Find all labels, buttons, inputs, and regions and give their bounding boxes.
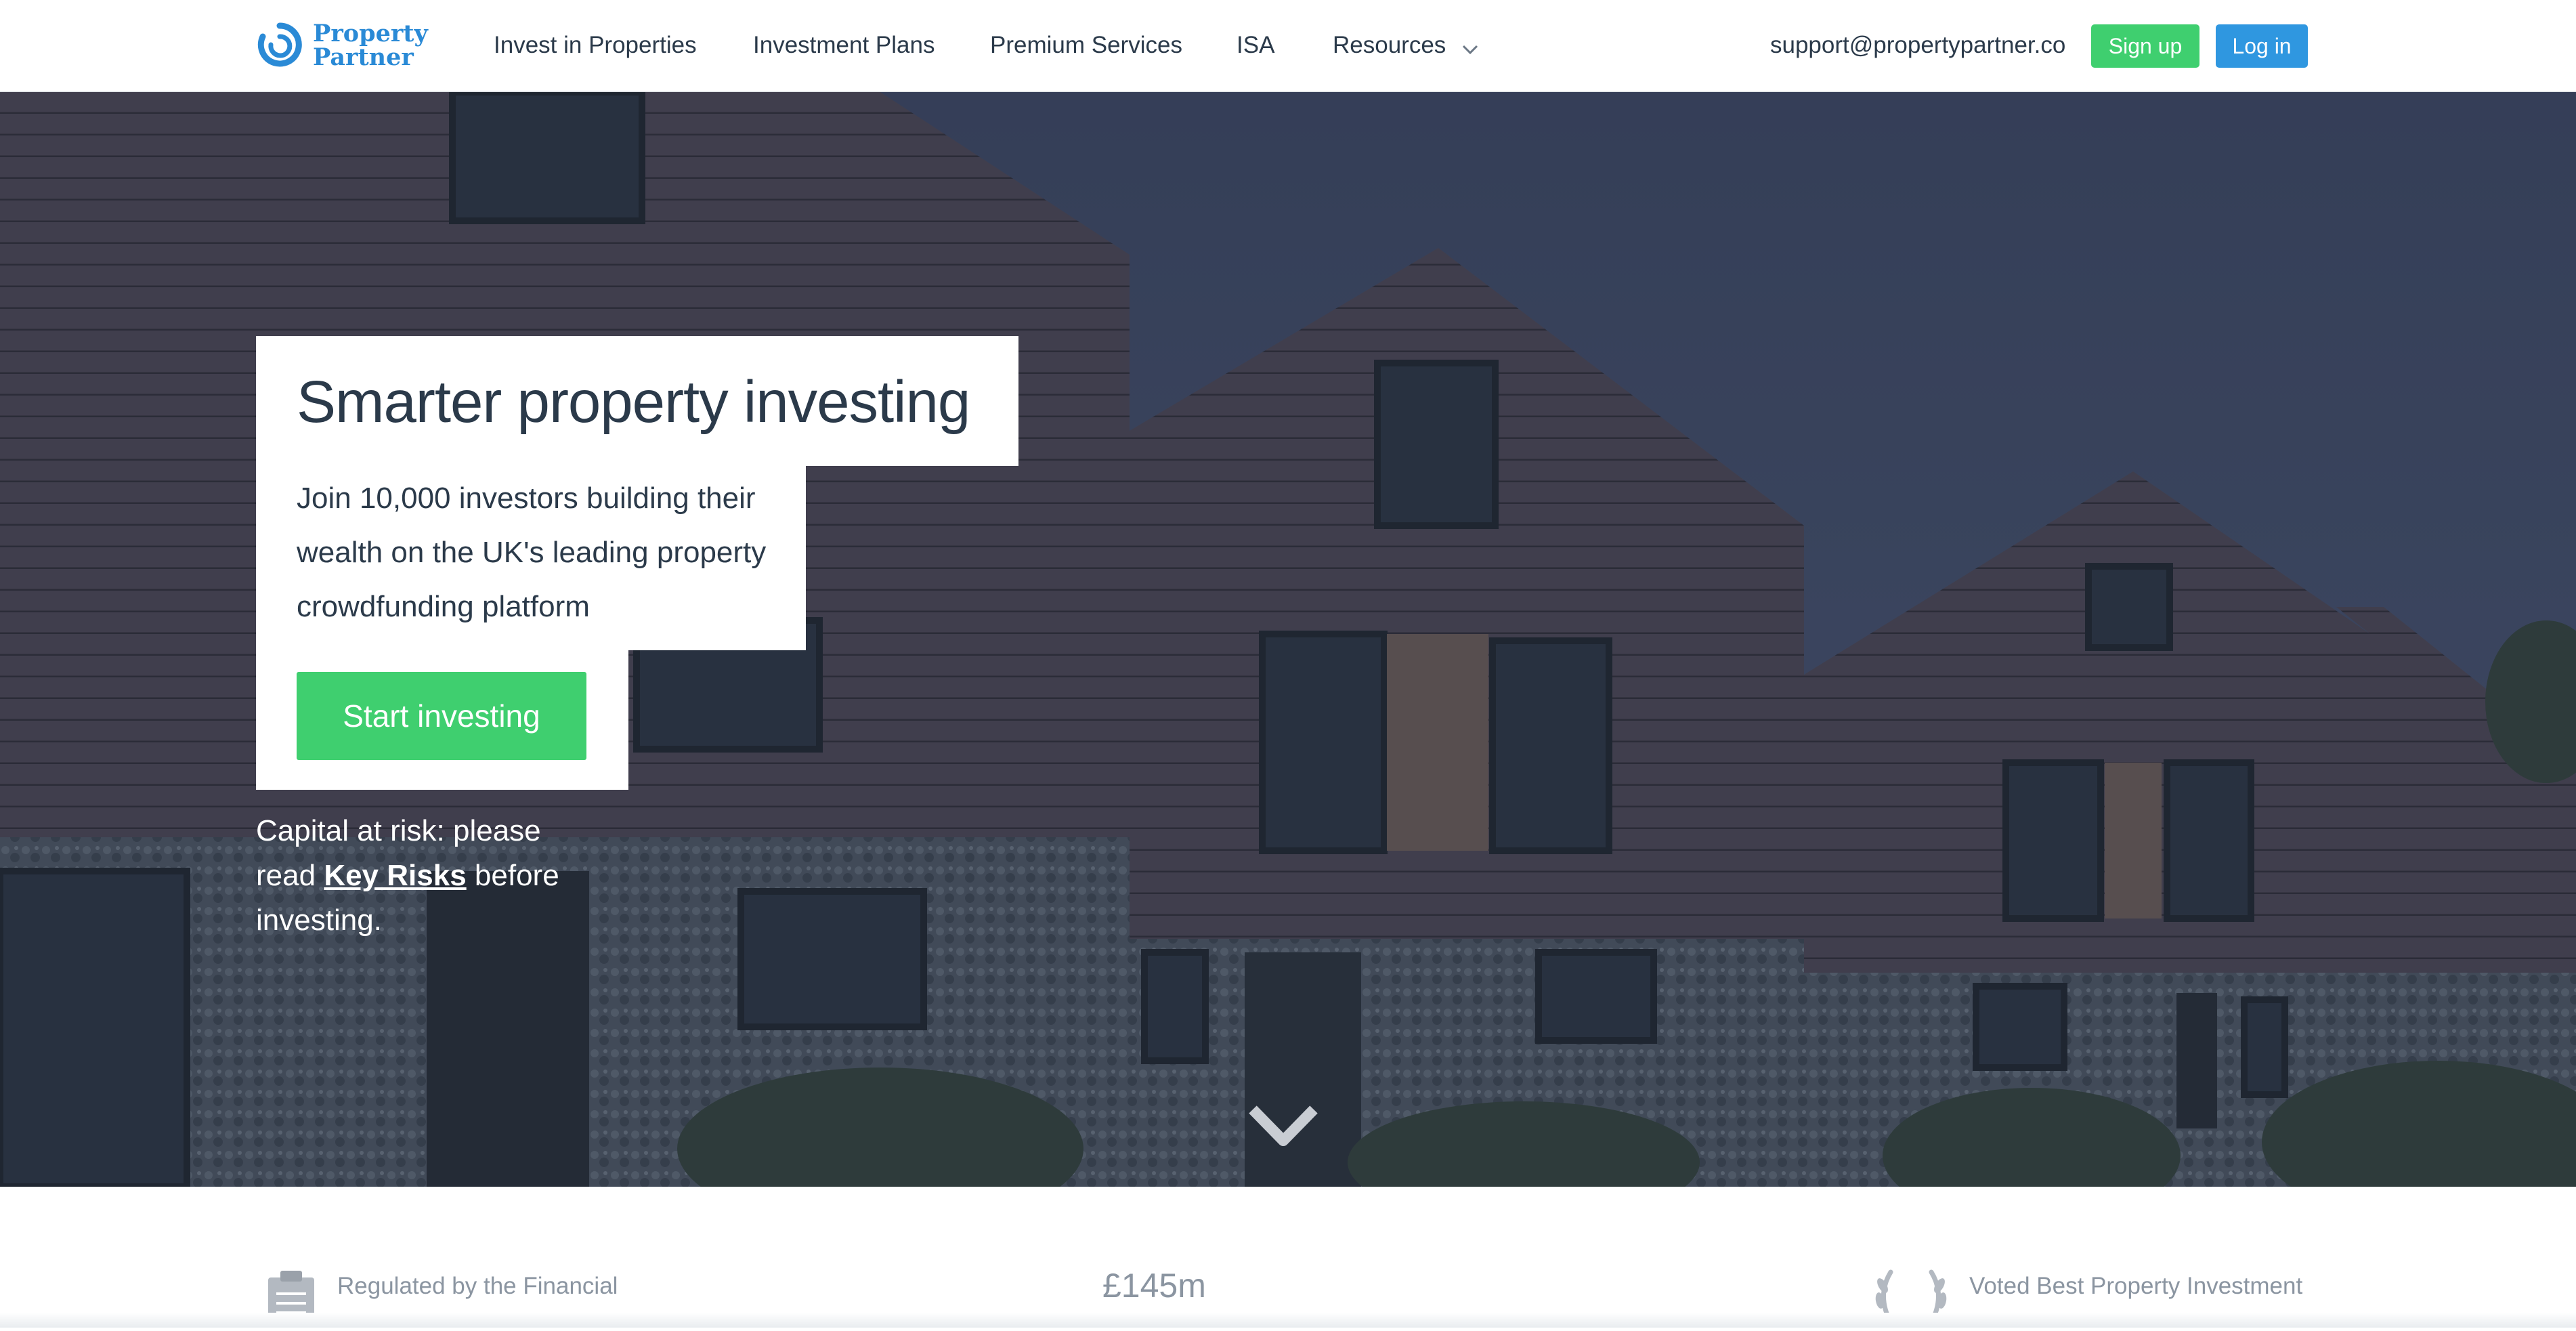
capital-at-risk-notice: Capital at risk: please read Key Risks b… — [256, 809, 608, 943]
nav-premium-services[interactable]: Premium Services — [990, 31, 1182, 60]
nav-label: Premium Services — [990, 32, 1182, 58]
chevron-down-icon — [1462, 33, 1478, 61]
property-partner-logo[interactable]: Property Partner — [257, 20, 428, 72]
nav-label: Investment Plans — [753, 32, 935, 58]
stats-strip: Regulated by the Financial £145m Voted B… — [0, 1187, 2576, 1328]
chevron-down-icon[interactable] — [1247, 1103, 1319, 1154]
logo-swirl-icon — [257, 22, 302, 67]
key-risks-link[interactable]: Key Risks — [324, 859, 466, 892]
logo-text-line2: Partner — [313, 43, 414, 71]
award-text: Voted Best Property Investment — [1969, 1273, 2303, 1299]
regulated-text: Regulated by the Financial — [337, 1273, 618, 1299]
nav-invest-in-properties[interactable]: Invest in Properties — [494, 31, 697, 60]
nav-label: ISA — [1237, 32, 1275, 58]
nav-label: Resources — [1333, 32, 1446, 58]
page-fold-shadow — [0, 1313, 2576, 1328]
hero-section — [0, 92, 2576, 1187]
amount-invested-stat: £145m — [1102, 1267, 1206, 1305]
nav-isa[interactable]: ISA — [1237, 31, 1274, 60]
top-navigation: Property Partner Invest in Properties In… — [0, 0, 2576, 92]
nav-resources-dropdown[interactable]: Resources — [1333, 31, 1478, 61]
log-in-button[interactable]: Log in — [2216, 24, 2308, 68]
sign-up-button[interactable]: Sign up — [2091, 24, 2199, 68]
start-investing-button[interactable]: Start investing — [297, 672, 586, 760]
nav-investment-plans[interactable]: Investment Plans — [753, 31, 935, 60]
nav-label: Invest in Properties — [494, 32, 697, 58]
hero-subtitle: Join 10,000 investors building their wea… — [297, 482, 767, 623]
logo-text-line1: Property — [313, 20, 428, 47]
hero-title: Smarter property investing — [297, 369, 970, 435]
support-email-link[interactable]: support@propertypartner.co — [1770, 31, 2065, 60]
